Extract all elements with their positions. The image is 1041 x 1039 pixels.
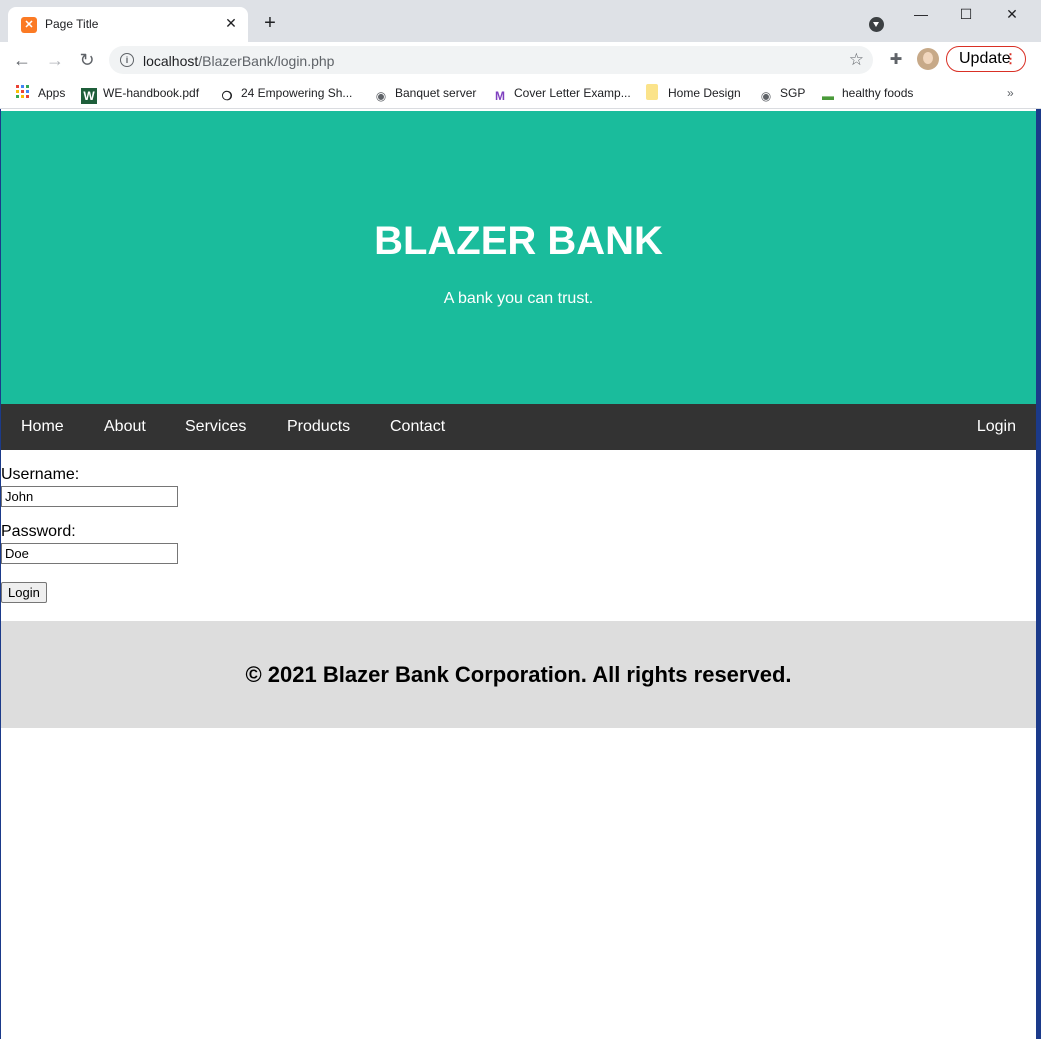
browser-toolbar: ← → ↻ i localhost/BlazerBank/login.php ☆… bbox=[0, 42, 1041, 78]
username-label: Username: bbox=[1, 466, 80, 483]
site-navbar: Home About Services Products Contact Log… bbox=[1, 404, 1036, 450]
site-title: BLAZER BANK bbox=[374, 219, 663, 263]
password-label: Password: bbox=[1, 523, 76, 540]
close-window-button[interactable]: ✕ bbox=[997, 4, 1027, 24]
nav-products[interactable]: Products bbox=[267, 404, 370, 450]
bookmark-cover-letter[interactable]: M Cover Letter Examp... bbox=[492, 84, 631, 103]
new-tab-button[interactable]: + bbox=[260, 13, 280, 33]
update-button[interactable]: Update ⋮ bbox=[946, 46, 1026, 72]
url-host: localhost bbox=[143, 53, 199, 69]
w-logo-icon: W bbox=[81, 88, 97, 104]
nav-login[interactable]: Login bbox=[957, 404, 1036, 450]
tab-search-icon[interactable] bbox=[869, 17, 884, 32]
site-info-icon[interactable]: i bbox=[120, 53, 134, 67]
profile-avatar[interactable] bbox=[917, 48, 939, 70]
site-footer: © 2021 Blazer Bank Corporation. All righ… bbox=[1, 621, 1036, 728]
bookmark-label: Banquet server bbox=[395, 86, 477, 100]
extensions-puzzle-icon[interactable]: ✚ bbox=[886, 50, 906, 70]
xampp-favicon-icon: ✕ bbox=[21, 17, 37, 33]
bookmarks-overflow-icon[interactable]: » bbox=[1007, 84, 1014, 102]
globe-icon: ◉ bbox=[760, 89, 772, 103]
nav-home[interactable]: Home bbox=[1, 404, 84, 450]
window-frame-right bbox=[1036, 0, 1041, 1039]
bookmark-label: healthy foods bbox=[842, 86, 914, 100]
reload-icon[interactable]: ↻ bbox=[76, 49, 98, 71]
bookmark-label: Cover Letter Examp... bbox=[514, 86, 631, 100]
nav-services[interactable]: Services bbox=[165, 404, 266, 450]
update-label: Update bbox=[959, 50, 1011, 67]
url-path: /BlazerBank/login.php bbox=[198, 53, 335, 69]
browser-tab[interactable]: ✕ Page Title ✕ bbox=[8, 7, 248, 42]
bookmark-banquet-server[interactable]: ◉ Banquet server bbox=[373, 84, 477, 103]
tab-strip: ✕ Page Title ✕ + — ☐ ✕ bbox=[0, 0, 1041, 42]
speech-bubble-icon: ❍ bbox=[221, 89, 233, 103]
username-input[interactable] bbox=[1, 486, 178, 507]
maximize-button[interactable]: ☐ bbox=[951, 4, 981, 24]
bookmark-sgp[interactable]: ◉ SGP bbox=[758, 84, 806, 103]
url-text[interactable]: localhost/BlazerBank/login.php bbox=[143, 53, 334, 69]
bookmark-label: Home Design bbox=[668, 86, 741, 100]
apps-grid-icon bbox=[16, 85, 30, 99]
tab-title: Page Title bbox=[45, 17, 99, 31]
forward-arrow-icon[interactable]: → bbox=[44, 49, 66, 71]
bookmark-label: WE-handbook.pdf bbox=[103, 86, 200, 100]
car-icon: ▬ bbox=[822, 89, 834, 103]
site-tagline: A bank you can trust. bbox=[443, 290, 594, 307]
bookmark-we-handbook[interactable]: W WE-handbook.pdf bbox=[81, 84, 200, 104]
bookmark-home-design[interactable]: Home Design bbox=[646, 84, 741, 102]
bookmark-label: SGP bbox=[780, 86, 806, 100]
folder-icon bbox=[646, 84, 658, 100]
bookmark-label: Apps bbox=[38, 86, 66, 100]
login-submit-button[interactable]: Login bbox=[1, 582, 47, 603]
address-bar[interactable]: i localhost/BlazerBank/login.php ☆ bbox=[109, 46, 873, 74]
back-arrow-icon[interactable]: ← bbox=[11, 49, 33, 71]
bookmark-star-icon[interactable]: ☆ bbox=[849, 50, 864, 70]
tab-close-icon[interactable]: ✕ bbox=[222, 14, 240, 32]
minimize-button[interactable]: — bbox=[906, 4, 936, 24]
nav-about[interactable]: About bbox=[84, 404, 166, 450]
globe-icon: ◉ bbox=[375, 89, 387, 103]
bookmark-healthy-foods[interactable]: ▬ healthy foods bbox=[820, 84, 914, 103]
password-input[interactable] bbox=[1, 543, 178, 564]
site-header: BLAZER BANK A bank you can trust. bbox=[1, 111, 1036, 404]
bookmark-apps[interactable]: Apps bbox=[16, 84, 65, 102]
bookmark-label: 24 Empowering Sh... bbox=[241, 86, 353, 100]
nav-contact[interactable]: Contact bbox=[370, 404, 465, 450]
bookmark-empowering[interactable]: ❍ 24 Empowering Sh... bbox=[219, 84, 353, 103]
menu-kebab-icon: ⋮ bbox=[1004, 51, 1017, 66]
bookmarks-bar: Apps W WE-handbook.pdf ❍ 24 Empowering Sh.… bbox=[0, 78, 1041, 109]
footer-copyright: © 2021 Blazer Bank Corporation. All righ… bbox=[245, 662, 792, 687]
m-logo-icon: M bbox=[495, 89, 505, 103]
